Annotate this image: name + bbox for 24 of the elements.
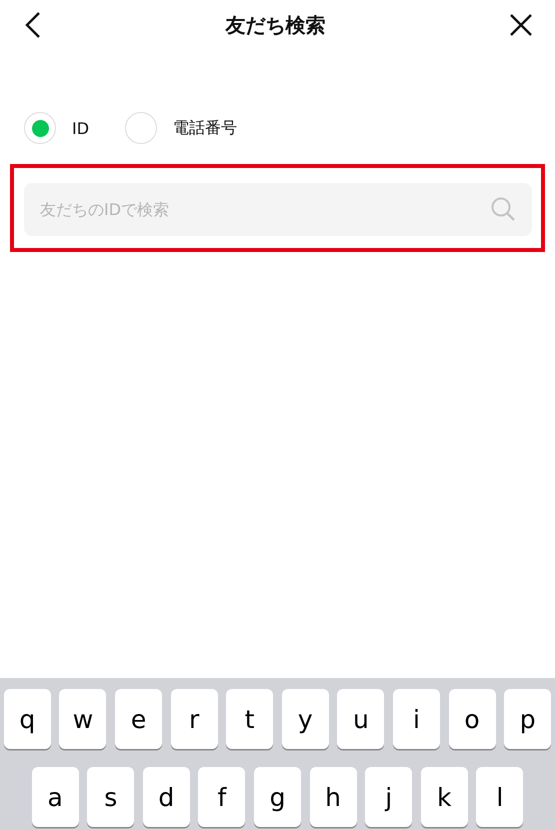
page-title: 友だち検索	[226, 12, 326, 38]
keyboard-key[interactable]: u	[337, 689, 384, 749]
radio-option[interactable]: ID	[24, 112, 90, 144]
keyboard-key[interactable]: w	[59, 689, 106, 749]
keyboard-key[interactable]: i	[392, 689, 440, 749]
keyboard-key[interactable]: g	[254, 767, 301, 827]
keyboard-key[interactable]: r	[170, 689, 218, 749]
keyboard-key[interactable]: o	[448, 689, 496, 749]
search-field[interactable]: 友だちのIDで検索	[24, 183, 532, 236]
search-icon	[490, 196, 516, 222]
keyboard-key[interactable]: t	[226, 689, 274, 749]
keyboard-key[interactable]: a	[32, 767, 79, 827]
keyboard-key[interactable]: q	[4, 689, 51, 749]
keyboard-key[interactable]: h	[310, 767, 357, 827]
keyboard-key[interactable]: y	[282, 689, 329, 749]
keyboard-key[interactable]: l	[476, 767, 524, 827]
keyboard-key[interactable]: k	[420, 767, 468, 827]
keyboard-key[interactable]: d	[142, 767, 190, 827]
keyboard-key[interactable]: j	[365, 767, 412, 827]
keyboard-key[interactable]: p	[504, 689, 552, 749]
radio-option[interactable]: 電話番号	[125, 112, 238, 144]
keyboard-key[interactable]: f	[198, 767, 246, 827]
keyboard-key[interactable]: s	[87, 767, 134, 827]
keyboard-key[interactable]: e	[115, 689, 162, 749]
